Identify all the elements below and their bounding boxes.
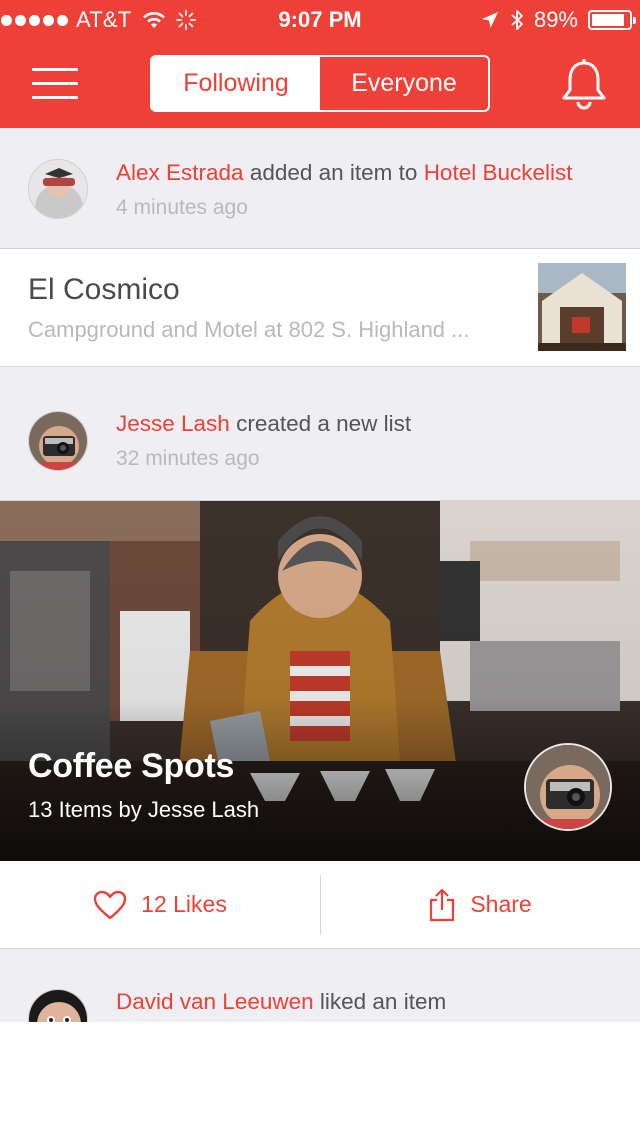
list-owner-avatar[interactable]: [524, 743, 612, 831]
actor-link[interactable]: Alex Estrada: [116, 160, 244, 185]
avatar[interactable]: [28, 411, 88, 471]
heart-icon: [93, 890, 127, 919]
item-title: El Cosmico: [28, 273, 180, 306]
item-subtitle: Campground and Motel at 802 S. Highland …: [28, 317, 470, 342]
target-list-link[interactable]: Hotel Buckelist: [424, 160, 573, 185]
activity-verb: created a new list: [229, 411, 412, 436]
battery-icon: [588, 10, 636, 30]
activity-feed: Alex Estrada added an item to Hotel Buck…: [0, 128, 640, 1022]
location-arrow-icon: [481, 12, 498, 28]
list-card-coffee-spots[interactable]: Coffee Spots 13 Items by Jesse Lash: [0, 501, 640, 861]
actor-link[interactable]: David van Leeuwen: [116, 989, 314, 1014]
share-button[interactable]: Share: [320, 861, 640, 948]
list-actions-bar: 12 Likes Share: [0, 861, 640, 949]
actor-link[interactable]: Jesse Lash: [116, 411, 230, 436]
app-header: AT&T 9:07 PM 89% Following Everyone: [0, 0, 640, 128]
activity-verb: liked an item: [313, 989, 447, 1014]
notifications-button[interactable]: [560, 58, 610, 110]
like-button[interactable]: 12 Likes: [0, 861, 320, 948]
item-row-el-cosmico[interactable]: El Cosmico Campground and Motel at 802 S…: [0, 249, 640, 367]
tab-following[interactable]: Following: [152, 57, 320, 110]
activity-row: Alex Estrada added an item to Hotel Buck…: [0, 128, 640, 249]
timestamp: 4 minutes ago: [116, 196, 248, 219]
tab-everyone[interactable]: Everyone: [320, 57, 488, 110]
activity-verb: added an item to: [243, 160, 424, 185]
share-icon: [430, 887, 455, 921]
hamburger-menu-icon: [32, 68, 78, 71]
timestamp: 32 minutes ago: [116, 447, 260, 470]
activity-text: David van Leeuwen liked an item: [116, 989, 446, 1015]
activity-row: David van Leeuwen liked an item: [0, 949, 640, 1022]
actions-divider: [320, 875, 321, 935]
activity-row: Jesse Lash created a new list 32 minutes…: [0, 367, 640, 501]
activity-text: Jesse Lash created a new list: [116, 411, 411, 437]
list-title: Coffee Spots: [28, 747, 235, 785]
likes-count: 12 Likes: [141, 891, 227, 917]
menu-button[interactable]: [32, 66, 80, 102]
avatar[interactable]: [28, 989, 88, 1022]
list-subtitle: 13 Items by Jesse Lash: [28, 797, 260, 822]
share-label: Share: [470, 891, 532, 917]
battery-percent: 89%: [533, 7, 578, 32]
status-right: 89%: [480, 7, 636, 33]
avatar[interactable]: [28, 159, 88, 219]
battery-fill: [592, 14, 625, 26]
activity-text: Alex Estrada added an item to Hotel Buck…: [116, 160, 573, 186]
bluetooth-icon: [511, 10, 523, 30]
feed-filter-tabs: Following Everyone: [150, 55, 490, 112]
bell-icon: [562, 59, 606, 110]
status-bar: AT&T 9:07 PM 89%: [0, 0, 640, 40]
item-thumbnail: [538, 263, 626, 351]
